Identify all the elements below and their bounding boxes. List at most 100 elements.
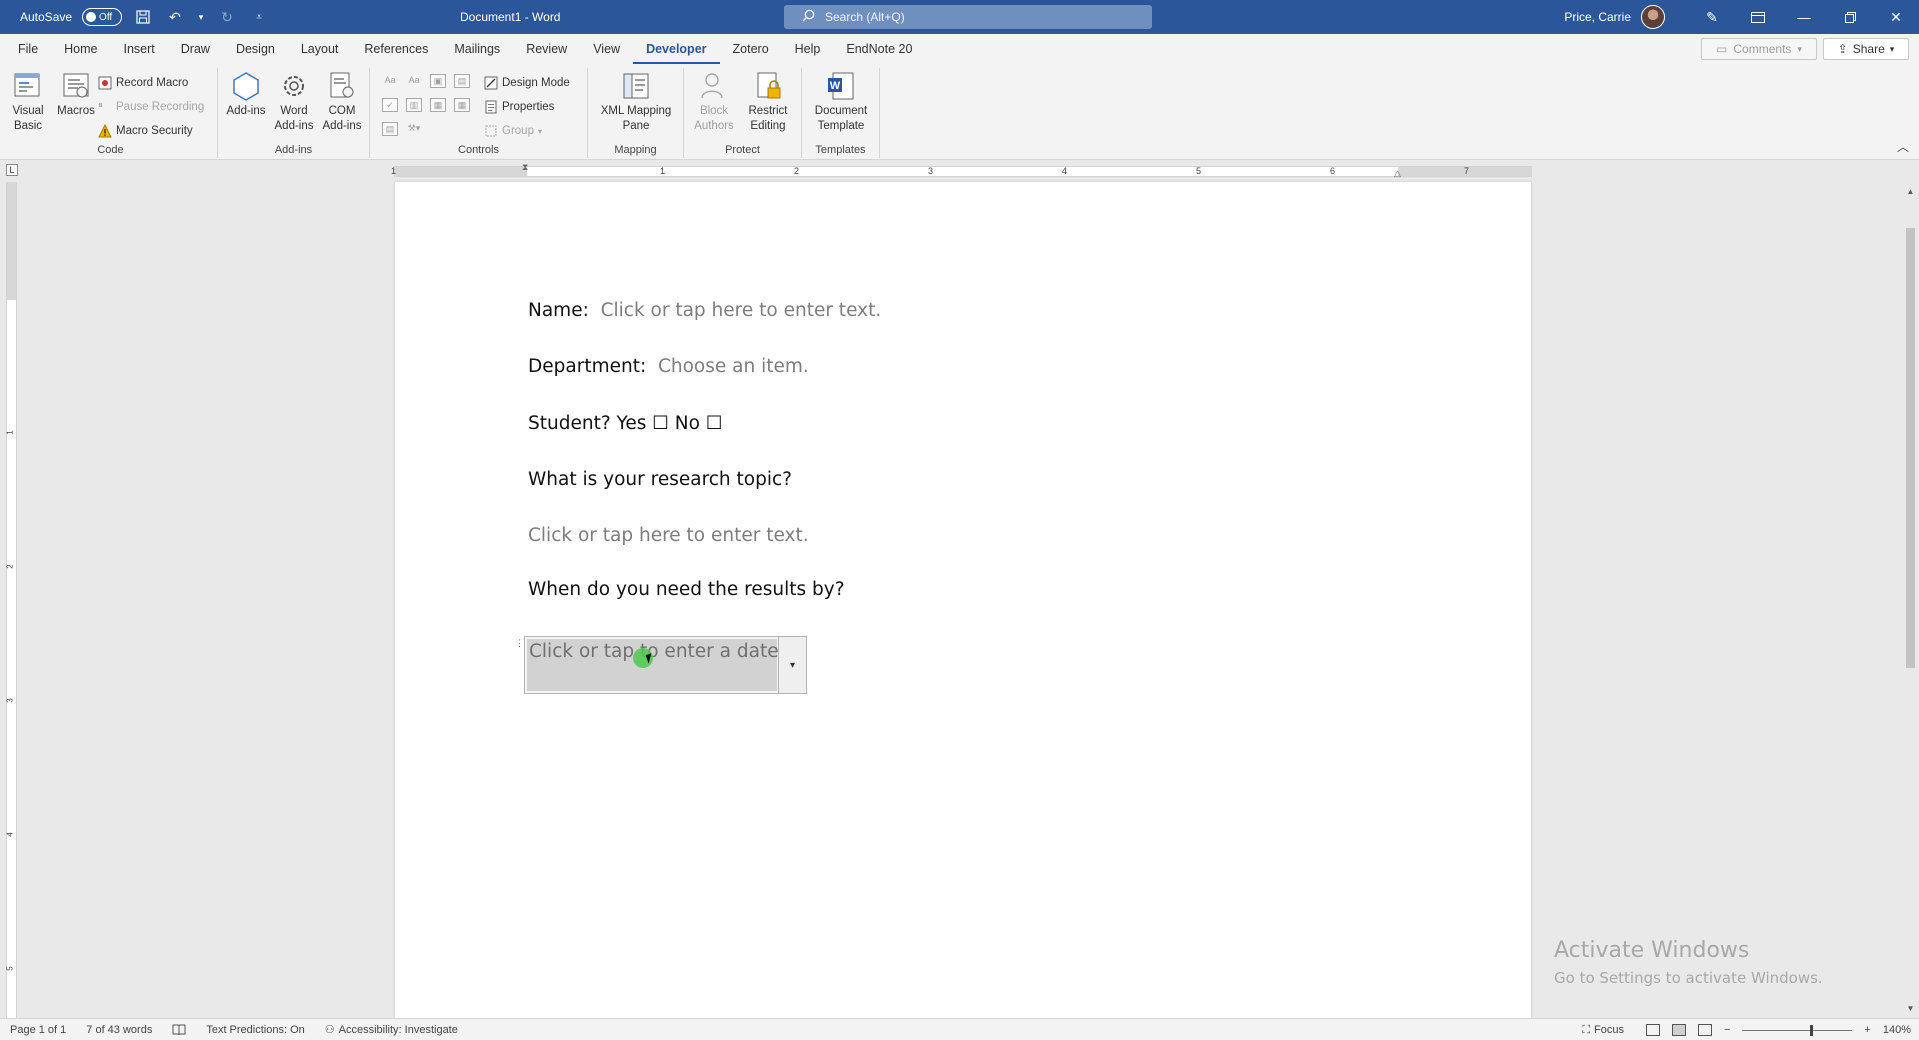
macros-button[interactable]: Macros xyxy=(52,70,100,119)
tab-zotero[interactable]: Zotero xyxy=(720,34,782,64)
collapse-ribbon-icon[interactable]: ︿ xyxy=(1897,138,1909,155)
department-label: Department: xyxy=(528,356,647,377)
print-layout-icon[interactable] xyxy=(1671,1024,1686,1036)
chevron-down-icon[interactable]: ▾ xyxy=(196,6,206,28)
picture-control-icon[interactable]: ▣ xyxy=(430,74,446,88)
word-count[interactable]: 7 of 43 words xyxy=(76,1024,162,1036)
tab-view[interactable]: View xyxy=(580,34,633,64)
restore-icon[interactable] xyxy=(1827,0,1873,34)
date-picker-control-icon[interactable]: ▦ xyxy=(454,98,470,112)
tab-review[interactable]: Review xyxy=(513,34,580,64)
tab-references[interactable]: References xyxy=(351,34,441,64)
avatar[interactable] xyxy=(1641,5,1665,29)
macro-security-button[interactable]: Macro Security xyxy=(98,122,193,140)
web-layout-icon[interactable] xyxy=(1697,1024,1712,1036)
scrollbar-thumb[interactable] xyxy=(1906,228,1915,668)
zoom-level[interactable]: 140% xyxy=(1883,1024,1911,1036)
pause-recording-button[interactable]: ⏸ Pause Recording xyxy=(98,98,204,116)
word-add-ins-label: Word Add-ins xyxy=(274,105,314,132)
watermark-title: Activate Windows xyxy=(1554,938,1750,963)
combo-box-control-icon[interactable]: ▥ xyxy=(406,98,422,112)
plain-text-control-icon[interactable]: Aa xyxy=(406,74,422,88)
accessibility-icon: ⚇ xyxy=(324,1024,335,1036)
research-text-control[interactable]: Click or tap here to enter text. xyxy=(528,525,809,546)
page-count[interactable]: Page 1 of 1 xyxy=(0,1024,76,1036)
accessibility-label: Accessibility: Investigate xyxy=(338,1023,458,1036)
check-box-control-icon[interactable]: ✓ xyxy=(382,98,398,112)
properties-button[interactable]: Properties xyxy=(484,98,554,116)
activate-windows-watermark: Activate Windows Go to Settings to activ… xyxy=(1554,938,1823,987)
text-predictions-status[interactable]: Text Predictions: On xyxy=(196,1024,314,1036)
tab-selector-icon[interactable]: L xyxy=(6,164,18,176)
control-handle-icon[interactable]: ⋮ xyxy=(515,636,524,650)
tab-design[interactable]: Design xyxy=(223,34,288,64)
xml-mapping-pane-button[interactable]: XML Mapping Pane xyxy=(594,70,678,134)
zoom-slider[interactable] xyxy=(1742,1024,1853,1036)
vertical-scrollbar[interactable]: ▲ ▼ xyxy=(1902,182,1919,1018)
tab-draw[interactable]: Draw xyxy=(168,34,223,64)
focus-button[interactable]: ⛶ Focus xyxy=(1572,1024,1634,1037)
toggle-knob xyxy=(86,12,97,22)
legacy-tools-icon[interactable]: ⚒▾ xyxy=(406,122,422,136)
date-picker-dropdown-button[interactable]: ▾ xyxy=(778,637,806,693)
record-macro-button[interactable]: Record Macro xyxy=(98,74,188,92)
document-template-button[interactable]: W Document Template xyxy=(808,70,874,134)
autosave-toggle[interactable]: Off xyxy=(82,8,123,26)
save-icon[interactable] xyxy=(132,6,154,28)
word-add-ins-button[interactable]: Word Add-ins xyxy=(270,70,318,134)
rich-text-control-icon[interactable]: Aa xyxy=(382,74,398,88)
com-add-ins-button[interactable]: COM Add-ins xyxy=(318,70,366,134)
tab-layout[interactable]: Layout xyxy=(288,34,352,64)
pen-icon[interactable]: ✎ xyxy=(1689,0,1735,34)
undo-icon[interactable]: ↶ xyxy=(164,6,186,28)
zoom-in-icon[interactable]: + xyxy=(1864,1024,1870,1036)
read-mode-icon[interactable] xyxy=(1645,1024,1660,1036)
name-text-control[interactable]: Click or tap here to enter text. xyxy=(601,300,882,321)
ribbon-display-icon[interactable] xyxy=(1735,0,1781,34)
minimize-icon[interactable]: — xyxy=(1781,0,1827,34)
share-button[interactable]: ⇪ Share ▾ xyxy=(1823,38,1909,60)
tab-developer[interactable]: Developer xyxy=(633,34,720,64)
scroll-down-icon[interactable]: ▼ xyxy=(1905,1003,1916,1014)
document-page[interactable]: Name: Click or tap here to enter text. D… xyxy=(395,182,1531,1018)
search-box[interactable]: Search (Alt+Q) xyxy=(784,5,1152,29)
design-mode-button[interactable]: Design Mode xyxy=(484,74,570,92)
no-checkbox[interactable]: ☐ xyxy=(706,413,723,434)
proofing-icon[interactable] xyxy=(162,1024,196,1036)
building-block-control-icon[interactable]: ▤ xyxy=(454,74,470,88)
zoom-slider-thumb[interactable] xyxy=(1810,1024,1814,1036)
vertical-ruler[interactable]: 1 2 3 4 5 xyxy=(6,182,17,1018)
horizontal-ruler[interactable]: L 1 1 2 3 4 5 6 7 ⧗ △ xyxy=(0,160,1919,182)
customize-toolbar-icon[interactable]: ⩡ xyxy=(248,6,270,28)
department-dropdown-control[interactable]: Choose an item. xyxy=(658,356,809,377)
tab-insert[interactable]: Insert xyxy=(111,34,168,64)
restrict-editing-button[interactable]: Restrict Editing xyxy=(744,70,792,134)
tab-mailings[interactable]: Mailings xyxy=(441,34,513,64)
left-indent-marker-icon[interactable]: ⧗ xyxy=(522,162,528,173)
title-bar: AutoSave Off ↶ ▾ ↻ ⩡ Document1 - Word Se… xyxy=(0,0,1919,34)
accessibility-status[interactable]: ⚇ Accessibility: Investigate xyxy=(315,1023,468,1037)
drop-down-control-icon[interactable]: ▦ xyxy=(430,98,446,112)
repeating-section-control-icon[interactable]: ▤ xyxy=(382,122,398,136)
visual-basic-button[interactable]: Visual Basic xyxy=(4,70,52,134)
redo-icon[interactable]: ↻ xyxy=(216,6,238,28)
tab-file[interactable]: File xyxy=(0,34,51,64)
student-line: Student? Yes ☐ No ☐ xyxy=(528,413,722,434)
yes-checkbox[interactable]: ☐ xyxy=(652,413,669,434)
tab-help[interactable]: Help xyxy=(782,34,834,64)
add-ins-button[interactable]: Add-ins xyxy=(222,70,270,119)
right-indent-marker-icon[interactable]: △ xyxy=(1394,168,1401,179)
date-picker-field[interactable]: Click or tap to enter a date. xyxy=(527,639,784,691)
block-authors-button[interactable]: Block Authors xyxy=(690,70,738,134)
scroll-up-icon[interactable]: ▲ xyxy=(1905,186,1916,197)
zoom-out-icon[interactable]: − xyxy=(1724,1024,1730,1036)
chevron-down-icon: ▾ xyxy=(1889,43,1895,54)
date-picker-control[interactable]: Click or tap to enter a date. ▾ xyxy=(524,636,807,694)
ruler-number: 5 xyxy=(1196,166,1202,176)
comments-button[interactable]: ▭ Comments ▾ xyxy=(1701,38,1817,60)
close-icon[interactable]: ✕ xyxy=(1873,0,1919,34)
tab-endnote[interactable]: EndNote 20 xyxy=(833,34,925,64)
user-name[interactable]: Price, Carrie xyxy=(1564,10,1631,24)
group-button[interactable]: Group ▾ xyxy=(484,122,542,140)
tab-home[interactable]: Home xyxy=(51,34,110,64)
